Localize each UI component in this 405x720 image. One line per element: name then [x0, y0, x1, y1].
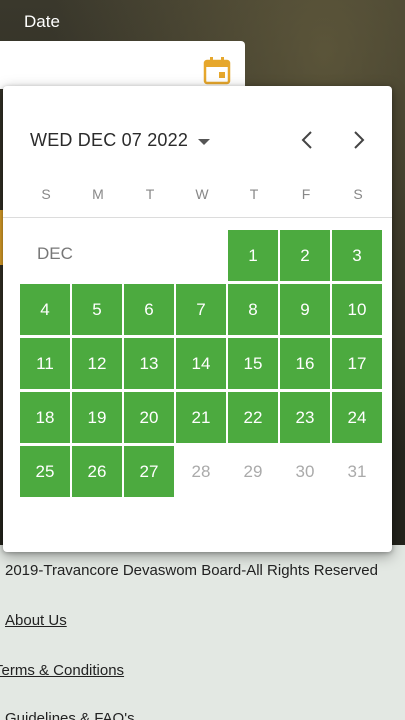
- weekday-label: W: [195, 186, 209, 202]
- weekday-label: S: [353, 186, 363, 202]
- calendar-day-14[interactable]: 14: [176, 338, 226, 389]
- calendar-day-24[interactable]: 24: [332, 392, 382, 443]
- calendar-day-4[interactable]: 4: [20, 284, 70, 335]
- header-divider: [3, 217, 392, 218]
- weekday-label: F: [301, 186, 311, 202]
- calendar-day-13[interactable]: 13: [124, 338, 174, 389]
- calendar-day-7[interactable]: 7: [176, 284, 226, 335]
- chevron-right-icon: [354, 131, 365, 149]
- calendar-day-20[interactable]: 20: [124, 392, 174, 443]
- calendar-day-5[interactable]: 5: [72, 284, 122, 335]
- calendar-day-3[interactable]: 3: [332, 230, 382, 281]
- calendar-day-25[interactable]: 25: [20, 446, 70, 497]
- calendar-day-18[interactable]: 18: [20, 392, 70, 443]
- calendar-day-28: 28: [191, 461, 211, 481]
- weekday-label: M: [92, 186, 104, 202]
- calendar-day-6[interactable]: 6: [124, 284, 174, 335]
- calendar-day-17[interactable]: 17: [332, 338, 382, 389]
- calendar-day-12[interactable]: 12: [72, 338, 122, 389]
- calendar-day-11[interactable]: 11: [20, 338, 70, 389]
- date-field-label: Date: [24, 12, 60, 31]
- calendar-day-2[interactable]: 2: [280, 230, 330, 281]
- terms-link[interactable]: Terms & Conditions: [0, 662, 124, 679]
- selected-date-text: WED DEC 07 2022: [30, 130, 189, 150]
- month-tag: DEC: [37, 244, 73, 263]
- month-year-selector[interactable]: WED DEC 07 2022: [30, 130, 211, 151]
- calendar-day-27[interactable]: 27: [124, 446, 174, 497]
- weekday-header: SMTWTFS: [20, 186, 384, 206]
- calendar-day-29: 29: [243, 461, 263, 481]
- weekday-label: S: [41, 186, 51, 202]
- calendar-icon[interactable]: [202, 56, 232, 86]
- calendar-day-16[interactable]: 16: [280, 338, 330, 389]
- calendar-day-31: 31: [347, 461, 367, 481]
- next-month-button[interactable]: [345, 126, 373, 154]
- calendar-day-19[interactable]: 19: [72, 392, 122, 443]
- about-us-link[interactable]: About Us: [5, 612, 67, 629]
- date-picker-popup: WED DEC 07 2022 SMTWTFS DEC 1 2 3 4 5 6 7 8 9 10 1…: [3, 86, 392, 552]
- calendar-day-9[interactable]: 9: [280, 284, 330, 335]
- calendar-day-1[interactable]: 1: [228, 230, 278, 281]
- prev-month-button[interactable]: [293, 126, 321, 154]
- copyright-text: 2019-Travancore Devaswom Board-All Right…: [5, 562, 378, 579]
- guidelines-link[interactable]: Guidelines & FAQ's: [5, 710, 135, 720]
- calendar-day-8[interactable]: 8: [228, 284, 278, 335]
- caret-down-icon: [198, 138, 211, 145]
- calendar-day-30: 30: [295, 461, 315, 481]
- weekday-label: T: [249, 186, 259, 202]
- chevron-left-icon: [301, 131, 312, 149]
- calendar-day-15[interactable]: 15: [228, 338, 278, 389]
- calendar-day-10[interactable]: 10: [332, 284, 382, 335]
- weekday-label: T: [145, 186, 155, 202]
- calendar-day-22[interactable]: 22: [228, 392, 278, 443]
- calendar-day-23[interactable]: 23: [280, 392, 330, 443]
- calendar-day-21[interactable]: 21: [176, 392, 226, 443]
- calendar-day-26[interactable]: 26: [72, 446, 122, 497]
